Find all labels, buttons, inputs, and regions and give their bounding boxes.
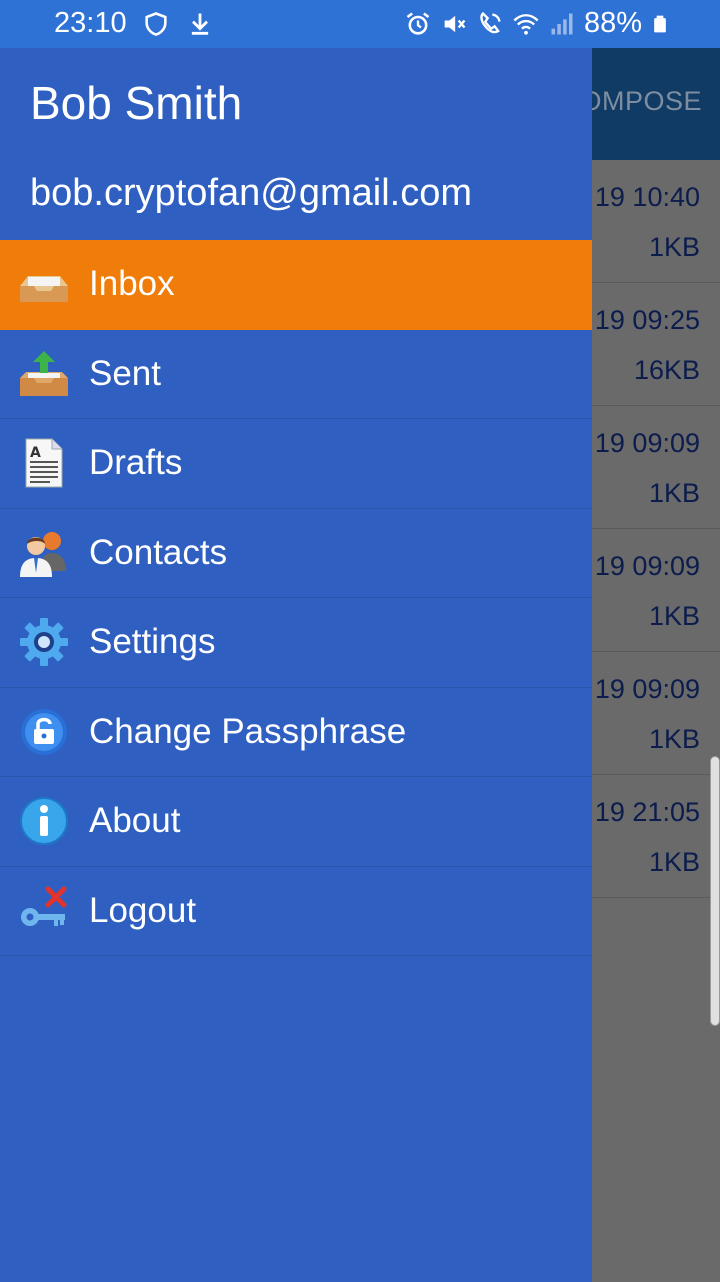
battery-percent: 88% (583, 7, 642, 39)
logout-key-icon (21, 886, 67, 926)
menu-label-inbox: Inbox (89, 264, 175, 304)
menu-item-contacts[interactable]: Contacts (0, 509, 592, 598)
message-size: 16KB (633, 355, 700, 385)
alarm-icon (406, 11, 430, 35)
message-size: 1KB (648, 232, 700, 262)
menu-item-logout[interactable]: Logout (0, 867, 592, 956)
message-date: 19 09:09 (594, 428, 700, 458)
user-email: bob.cryptofan@gmail.com (30, 172, 472, 214)
info-icon (20, 797, 68, 846)
menu-label-settings: Settings (89, 622, 216, 662)
menu-item-drafts[interactable]: A Drafts (0, 419, 592, 509)
wifi-icon (513, 13, 539, 35)
status-bar: 23:10 88% (0, 0, 720, 48)
drawer-header: Bob Smith bob.cryptofan@gmail.com (0, 48, 592, 240)
message-size: 1KB (648, 478, 700, 508)
menu-label-change-passphrase: Change Passphrase (89, 711, 407, 751)
contacts-icon (20, 531, 66, 577)
menu-item-settings[interactable]: Settings (0, 598, 592, 688)
message-date: 19 21:05 (594, 797, 700, 827)
message-size: 1KB (648, 601, 700, 631)
sent-icon (20, 350, 68, 396)
battery-icon (654, 15, 666, 32)
menu-item-about[interactable]: About (0, 777, 592, 867)
compose-button[interactable]: OMPOSE (580, 86, 702, 117)
wifi-call-icon (480, 11, 501, 33)
menu-item-change-passphrase[interactable]: Change Passphrase (0, 688, 592, 777)
navigation-drawer: Bob Smith bob.cryptofan@gmail.com Inbox … (0, 48, 592, 1282)
mute-icon (444, 15, 466, 32)
inbox-icon (20, 276, 68, 303)
list-scrollbar[interactable] (710, 756, 720, 1026)
menu-label-drafts: Drafts (89, 443, 183, 483)
signal-icon (551, 13, 573, 34)
menu-label-contacts: Contacts (89, 532, 228, 572)
menu-item-inbox[interactable]: Inbox (0, 240, 592, 330)
menu-label-logout: Logout (89, 890, 197, 930)
menu-item-sent[interactable]: Sent (0, 330, 592, 419)
svg-text:A: A (30, 445, 41, 461)
settings-icon (20, 618, 68, 667)
message-date: 19 10:40 (594, 182, 700, 212)
user-name: Bob Smith (30, 77, 243, 129)
message-date: 19 09:09 (594, 551, 700, 581)
message-date: 19 09:25 (594, 305, 700, 335)
menu-label-about: About (89, 801, 181, 841)
shield-icon (145, 12, 167, 36)
message-size: 1KB (648, 724, 700, 754)
menu-label-sent: Sent (89, 353, 161, 393)
drafts-icon: A (25, 438, 63, 488)
message-date: 19 09:09 (594, 674, 700, 704)
lock-icon (21, 708, 67, 755)
drawer-menu: Inbox Sent A Drafts Contacts Settings Ch… (0, 240, 592, 956)
message-size: 1KB (648, 847, 700, 877)
download-icon (191, 13, 209, 35)
status-time: 23:10 (54, 7, 127, 39)
